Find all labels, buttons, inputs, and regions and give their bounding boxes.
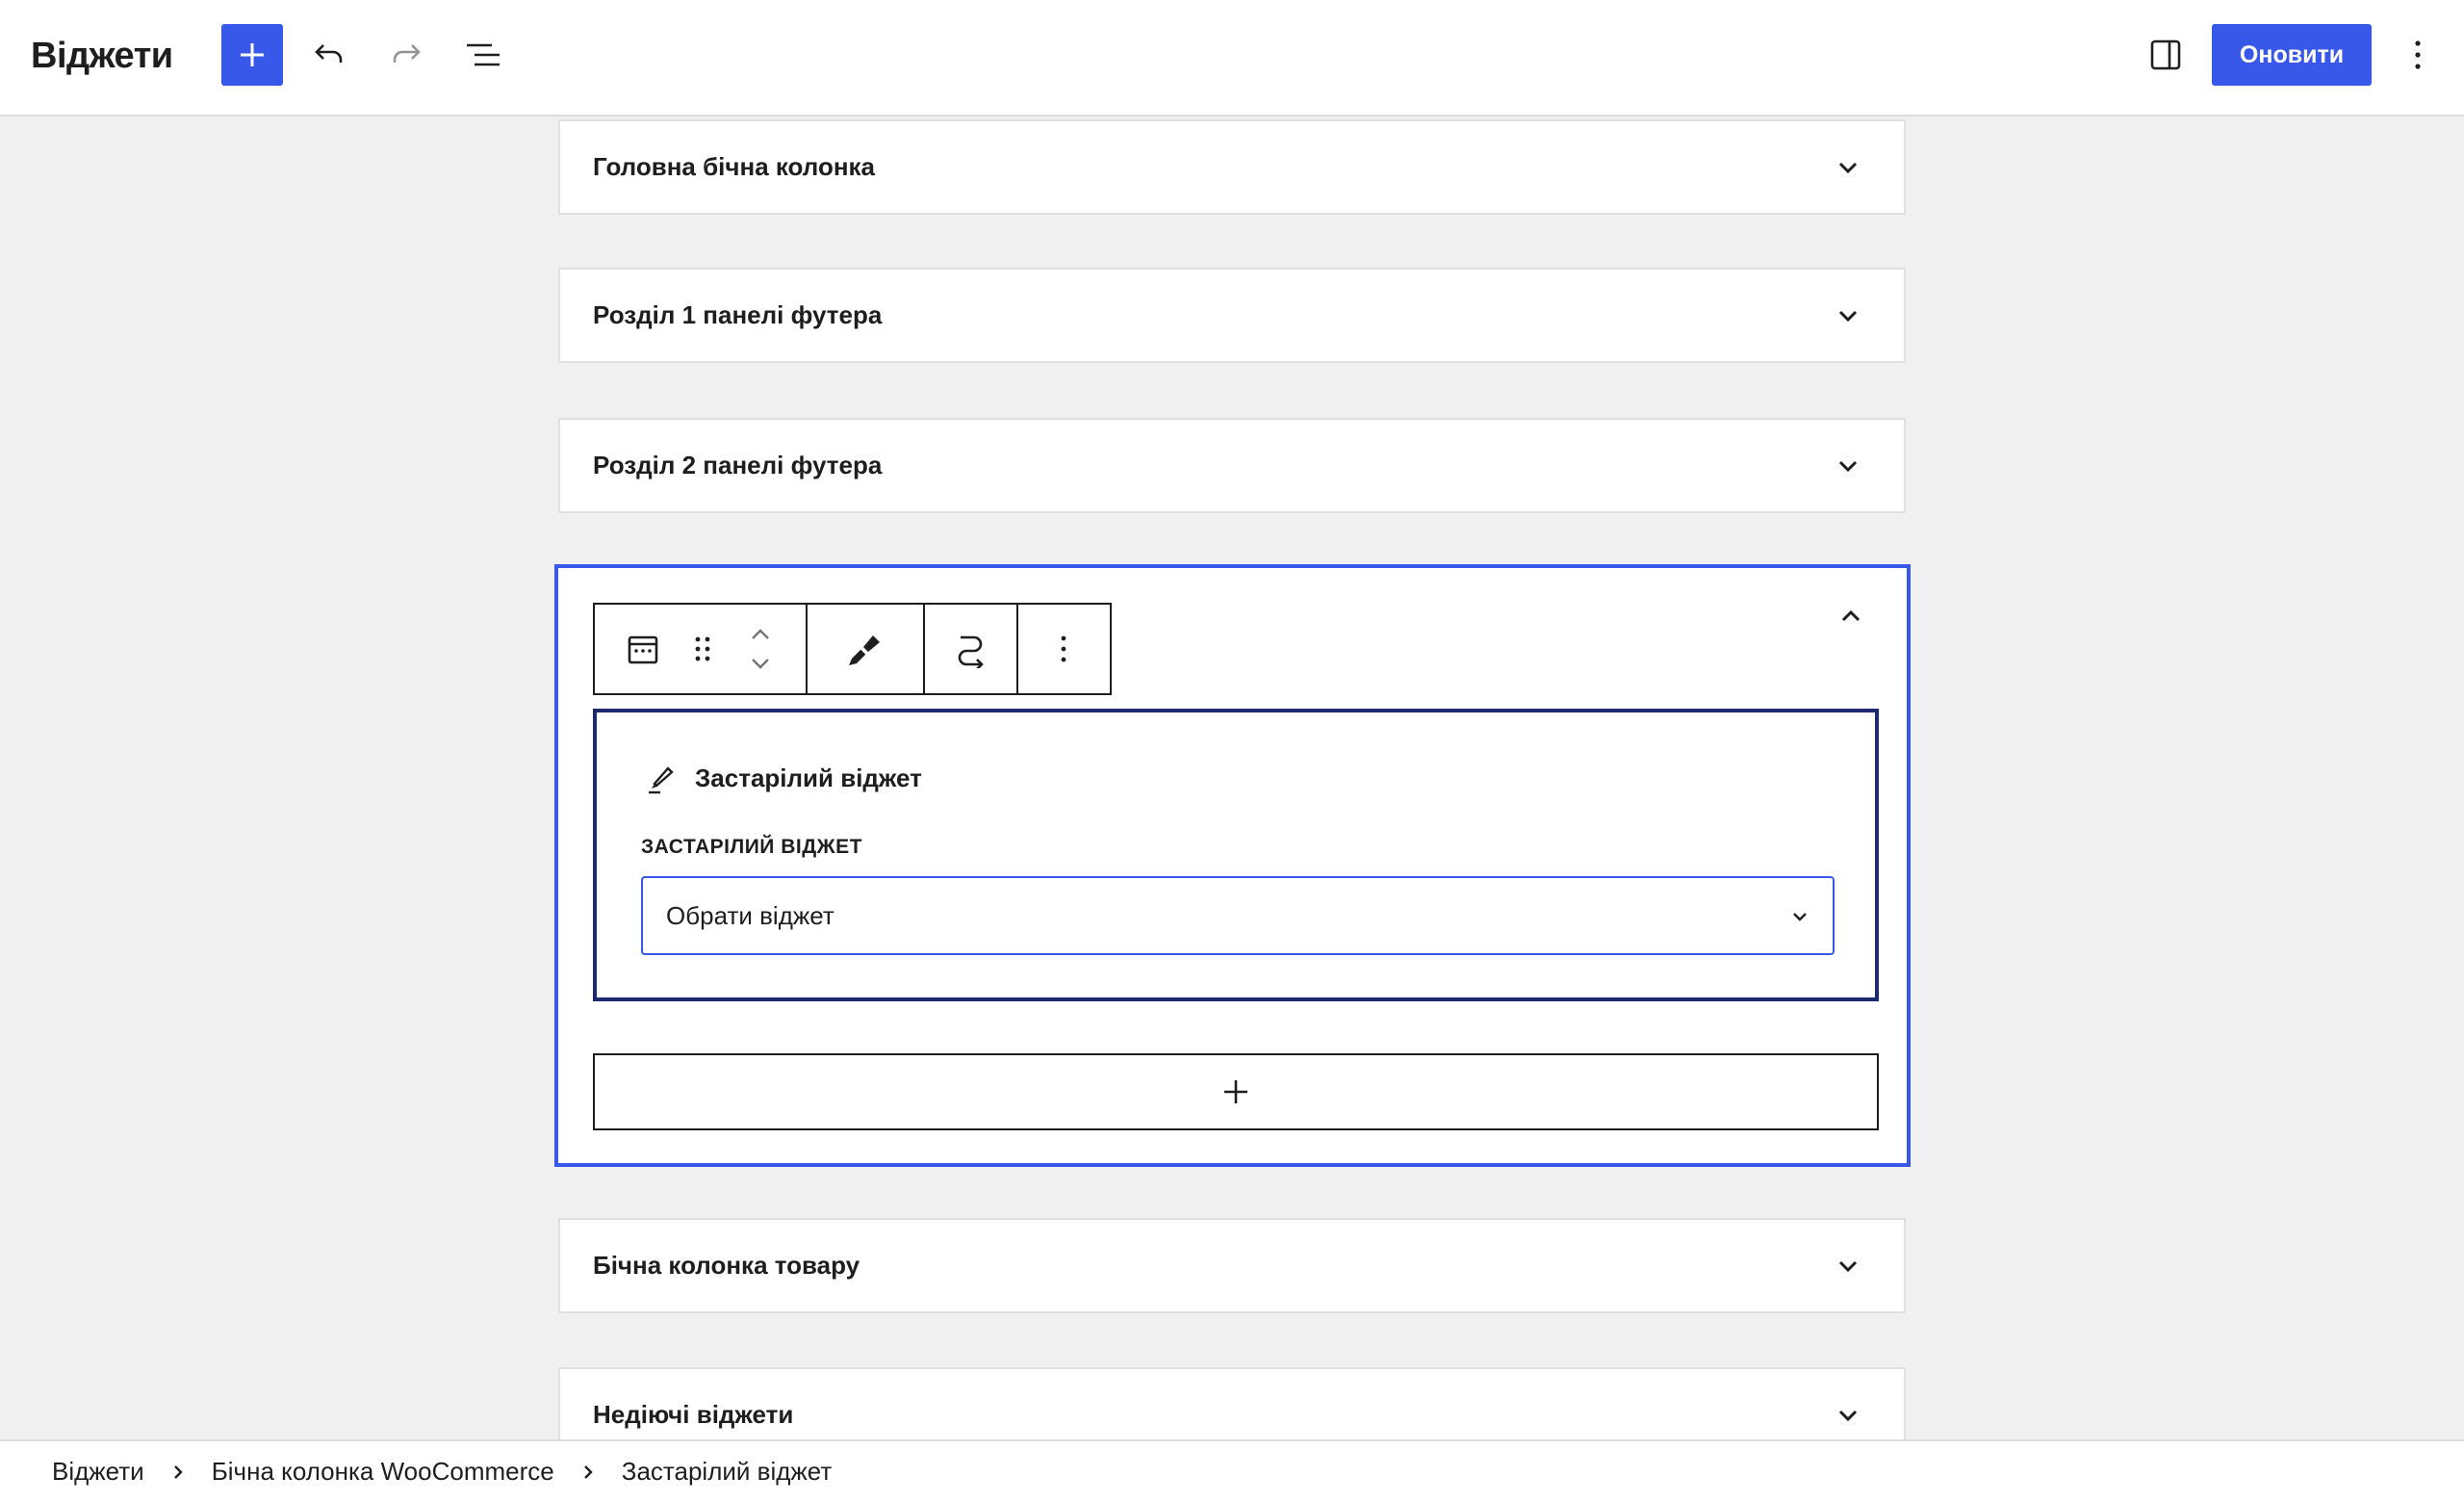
sidebar-toggle-icon bbox=[2150, 39, 2181, 70]
chevron-right-icon bbox=[171, 1463, 185, 1481]
more-vertical-icon bbox=[2415, 40, 2421, 69]
transform-button[interactable] bbox=[941, 620, 999, 678]
calendar-icon bbox=[628, 635, 658, 664]
chevron-down-icon[interactable] bbox=[1835, 1253, 1861, 1280]
drag-handle-icon bbox=[695, 636, 710, 661]
list-view-button[interactable] bbox=[452, 24, 514, 86]
move-down-button[interactable] bbox=[743, 649, 778, 678]
legacy-widget-block[interactable]: Застарілий віджет ЗАСТАРІЛИЙ ВІДЖЕТ Обра… bbox=[593, 709, 1879, 1103]
widget-area-title: Розділ 1 панелі футера bbox=[593, 300, 883, 329]
widget-area-woocommerce-sidebar[interactable]: Застарілий віджет ЗАСТАРІЛИЙ ВІДЖЕТ Обра… bbox=[554, 564, 1911, 1167]
page-title: Віджети bbox=[31, 36, 173, 76]
legacy-widget-title: Застарілий віджет bbox=[695, 763, 922, 792]
redo-button[interactable] bbox=[375, 24, 437, 86]
brush-icon bbox=[849, 635, 880, 665]
redo-icon bbox=[393, 44, 421, 63]
select-widget-dropdown[interactable]: Обрати віджет bbox=[641, 876, 1835, 1103]
plus-icon bbox=[241, 43, 264, 66]
widget-area-footer-1[interactable]: Розділ 1 панелі футера bbox=[558, 268, 1906, 363]
chevron-down-icon bbox=[1793, 913, 1807, 921]
legacy-widget-header: Застарілий віджет bbox=[645, 761, 922, 795]
breadcrumb-item-current: Застарілий віджет bbox=[621, 1457, 833, 1486]
add-block-button[interactable] bbox=[221, 24, 283, 86]
chevron-down-icon[interactable] bbox=[1835, 302, 1861, 329]
edit-widget-button[interactable] bbox=[836, 620, 894, 678]
breadcrumb-item-sidebar[interactable]: Бічна колонка WooCommerce bbox=[212, 1457, 554, 1487]
plus-icon bbox=[1224, 1080, 1247, 1103]
drag-handle[interactable] bbox=[683, 630, 722, 668]
update-button[interactable]: Оновити bbox=[2212, 24, 2372, 86]
block-type-button[interactable] bbox=[624, 630, 662, 668]
chevron-down-icon[interactable] bbox=[1835, 1402, 1861, 1429]
widget-area-footer-2[interactable]: Розділ 2 панелі футера bbox=[558, 418, 1906, 513]
undo-icon bbox=[315, 44, 343, 63]
widget-area-product-sidebar[interactable]: Бічна колонка товару bbox=[558, 1218, 1906, 1313]
chevron-right-icon bbox=[581, 1463, 595, 1481]
chevron-up-icon bbox=[752, 629, 769, 639]
list-view-icon bbox=[467, 43, 500, 66]
move-up-button[interactable] bbox=[743, 620, 778, 649]
widget-area-title: Розділ 2 панелі футера bbox=[593, 451, 883, 479]
add-block-appender[interactable] bbox=[593, 1053, 1879, 1130]
widget-area-main-sidebar[interactable]: Головна бічна колонка bbox=[558, 119, 1906, 215]
select-widget-value: Обрати віджет bbox=[666, 901, 834, 930]
widget-area-title: Головна бічна колонка bbox=[593, 152, 876, 181]
undo-button[interactable] bbox=[298, 24, 360, 86]
options-menu-button[interactable] bbox=[2387, 24, 2449, 86]
top-toolbar: Віджети Оновити bbox=[0, 0, 2464, 117]
chevron-down-icon[interactable] bbox=[1835, 453, 1861, 479]
widget-area-title: Бічна колонка товару bbox=[593, 1251, 860, 1280]
chevron-up-icon[interactable] bbox=[1837, 603, 1864, 630]
more-vertical-icon bbox=[1061, 635, 1066, 662]
chevron-down-icon[interactable] bbox=[1835, 154, 1861, 181]
chevron-down-icon bbox=[752, 659, 769, 669]
transform-icon bbox=[958, 635, 984, 668]
select-widget-label: ЗАСТАРІЛИЙ ВІДЖЕТ bbox=[641, 836, 862, 858]
block-toolbar bbox=[593, 603, 1112, 695]
settings-sidebar-button[interactable] bbox=[2135, 24, 2196, 86]
breadcrumb: Віджети Бічна колонка WooCommerce Застар… bbox=[0, 1439, 2464, 1502]
block-options-button[interactable] bbox=[1035, 620, 1092, 678]
breadcrumb-item-widgets[interactable]: Віджети bbox=[52, 1457, 144, 1487]
brush-icon bbox=[649, 766, 674, 794]
